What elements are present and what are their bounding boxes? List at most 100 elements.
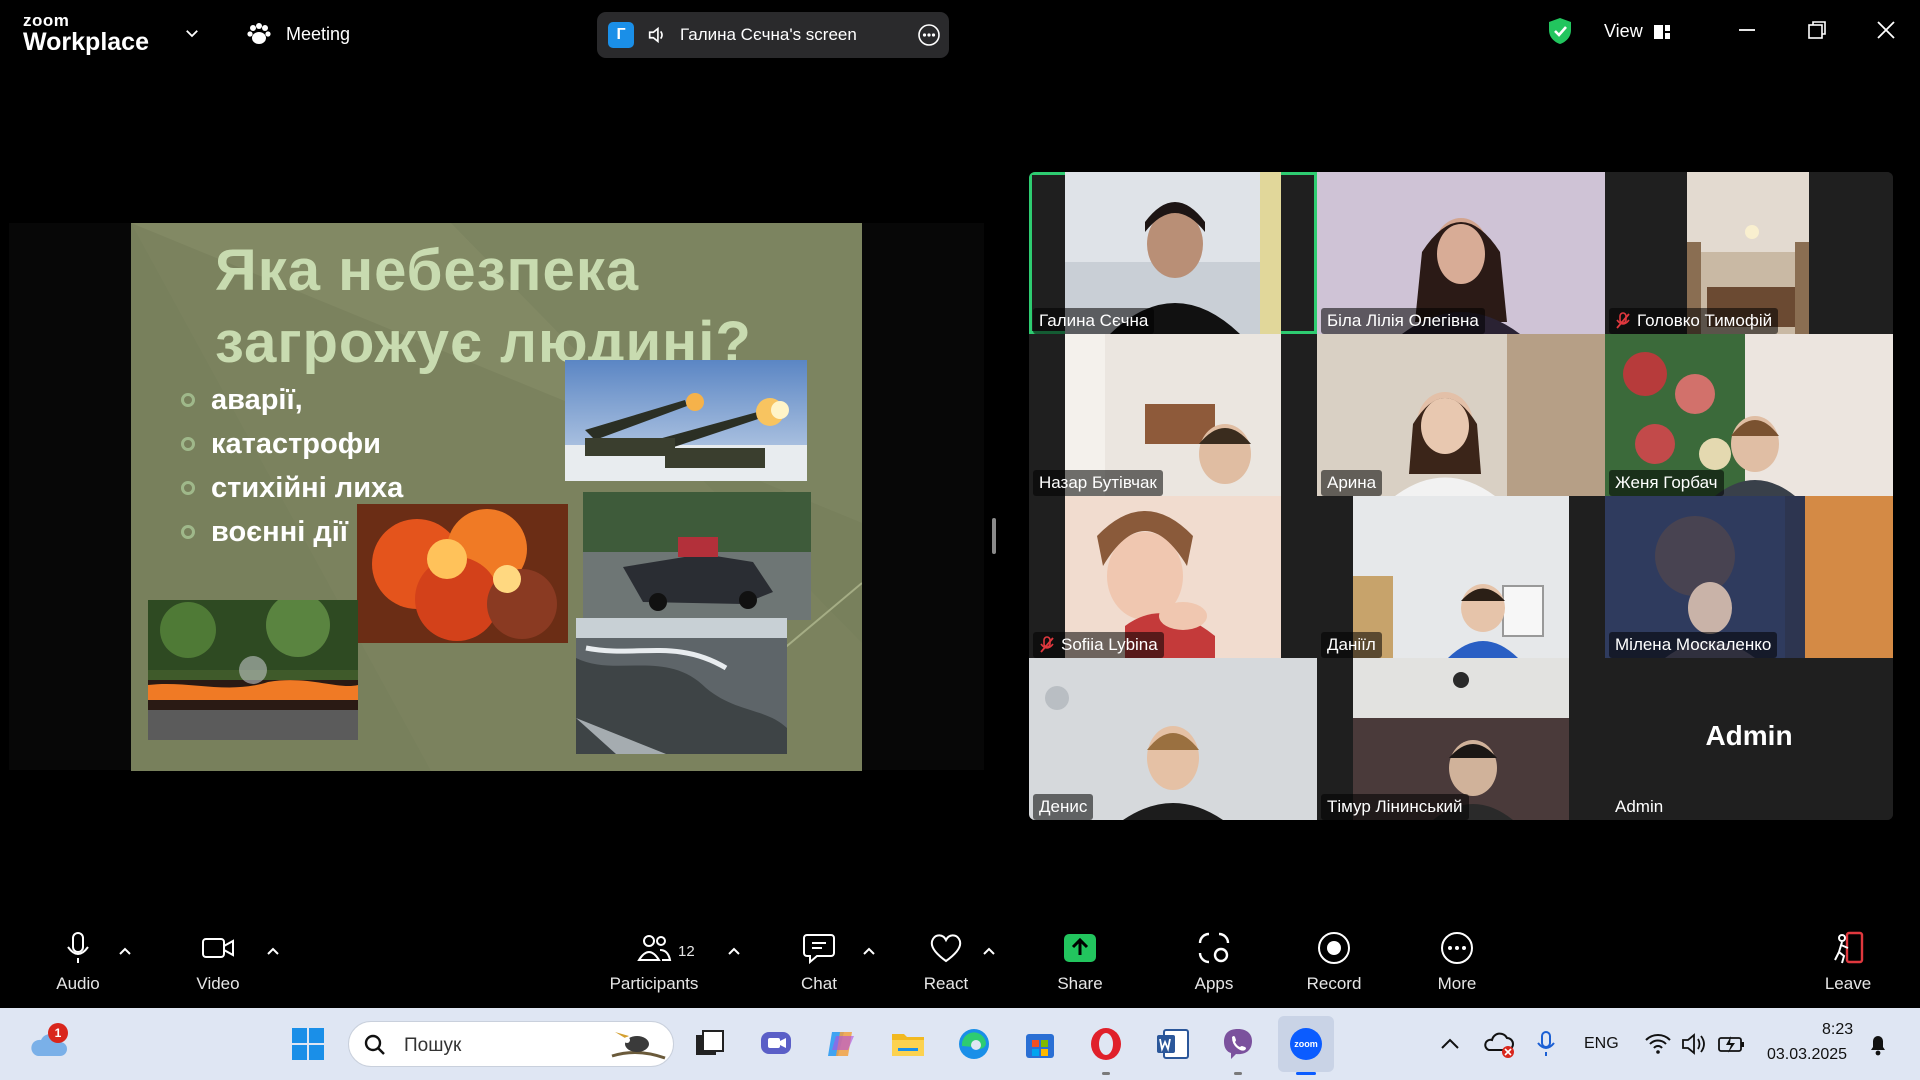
speaker-icon[interactable] — [646, 24, 668, 46]
apps-button[interactable]: Apps — [1159, 930, 1269, 994]
zoom-taskbar-button[interactable]: zoom — [1278, 1016, 1334, 1072]
explosion-fire-photo — [357, 504, 568, 643]
participant-tile[interactable]: Біла Лілія Олегівна — [1317, 172, 1605, 334]
participant-name-label: Женя Горбач — [1609, 470, 1724, 496]
minimize-icon[interactable] — [1735, 18, 1759, 42]
participant-tile[interactable]: Тімур Лінинський — [1317, 658, 1605, 820]
volume-icon[interactable] — [1680, 1026, 1708, 1062]
participants-count-badge: 12 — [678, 943, 695, 960]
react-button[interactable]: React — [891, 930, 1001, 994]
split-view-resize-handle[interactable] — [992, 518, 996, 554]
participant-tile[interactable]: Арина — [1317, 334, 1605, 496]
participant-tile[interactable]: Галина Сєчна — [1029, 172, 1317, 334]
participant-tile[interactable]: Назар Бутівчак — [1029, 334, 1317, 496]
active-app-indicator — [1296, 1072, 1316, 1075]
car-crash-photo — [583, 492, 811, 620]
meeting-toolbar: Audio Video Participants 12 Chat React S… — [0, 920, 1920, 1008]
meeting-menu[interactable]: Meeting — [246, 20, 350, 48]
bullet-circle-icon — [181, 525, 195, 539]
participant-name: Галина Сєчна — [1039, 311, 1149, 330]
screen-share-indicator[interactable]: Г Галина Сєчна's screen — [597, 12, 949, 58]
participant-name-label: Sofiia Lybina — [1033, 632, 1164, 658]
participant-name: Тімур Лінинський — [1327, 797, 1463, 816]
security-shield-icon[interactable] — [1547, 17, 1573, 45]
chevron-down-icon[interactable] — [183, 24, 201, 42]
audio-button[interactable]: Audio — [23, 930, 133, 994]
participant-tile[interactable]: Admin Admin — [1605, 658, 1893, 820]
bullet-circle-icon — [181, 437, 195, 451]
share-button[interactable]: Share — [1025, 930, 1135, 994]
participant-name-label: Мілена Москаленко — [1609, 632, 1778, 658]
microsoft-store-icon[interactable] — [1022, 1026, 1058, 1062]
search-placeholder: Пошук — [404, 1035, 462, 1056]
restore-icon[interactable] — [1805, 18, 1829, 42]
participant-name: Sofiia Lybina — [1061, 635, 1158, 654]
sharer-avatar-badge: Г — [608, 22, 634, 48]
more-options-icon[interactable] — [917, 23, 941, 47]
file-explorer-icon[interactable] — [890, 1026, 926, 1062]
participants-options-caret-icon[interactable] — [727, 944, 741, 958]
participant-name: Назар Бутівчак — [1039, 473, 1157, 492]
wifi-icon[interactable] — [1644, 1026, 1672, 1062]
logo-bottom-text: Workplace — [23, 28, 149, 56]
participant-tile[interactable]: Sofiia Lybina — [1029, 496, 1317, 658]
chat-label: Chat — [801, 974, 837, 993]
microphone-in-use-icon[interactable] — [1528, 1026, 1564, 1062]
participants-button[interactable]: Participants — [599, 930, 709, 994]
participant-name: Женя Горбач — [1615, 473, 1718, 492]
bullet-text: катастрофи — [211, 427, 381, 460]
clock-time[interactable]: 8:23 — [1822, 1021, 1853, 1039]
participant-tile[interactable]: Женя Горбач — [1605, 334, 1893, 496]
input-language-indicator[interactable]: ENG — [1584, 1035, 1619, 1053]
onedrive-sync-error-icon[interactable] — [1483, 1026, 1519, 1062]
gallery-grid-icon — [1653, 24, 1670, 39]
share-screen-icon — [1064, 934, 1096, 962]
paw-icon — [247, 23, 271, 44]
copilot-icon[interactable] — [824, 1026, 860, 1062]
word-icon[interactable] — [1154, 1026, 1190, 1062]
windows-start-icon[interactable] — [290, 1026, 326, 1062]
presentation-slide: Яка небезпека загрожує людині? аварії, к… — [131, 223, 862, 771]
chat-options-caret-icon[interactable] — [862, 944, 876, 958]
video-options-caret-icon[interactable] — [266, 944, 280, 958]
participant-name: Біла Лілія Олегівна — [1327, 311, 1479, 330]
sharer-screen-name: Галина Сєчна's screen — [680, 25, 857, 44]
zoom-app-window: zoom Workplace Meeting Г Галина Сєчна's … — [0, 0, 1920, 1080]
participant-tile[interactable]: Даніїл — [1317, 496, 1605, 658]
participant-name-label: Даніїл — [1321, 632, 1382, 658]
view-button[interactable]: View — [1604, 21, 1671, 42]
show-hidden-icons-chevron[interactable] — [1438, 1026, 1462, 1062]
title-bar: zoom Workplace Meeting Г Галина Сєчна's … — [0, 0, 1920, 66]
record-button[interactable]: Record — [1279, 930, 1389, 994]
participant-name-label: Admin — [1609, 794, 1669, 820]
leave-button[interactable]: Leave — [1793, 930, 1903, 994]
task-view-icon[interactable] — [692, 1026, 728, 1062]
participant-tile[interactable]: Денис — [1029, 658, 1317, 820]
bullet-text: воєнні дії — [211, 515, 348, 548]
more-button[interactable]: More — [1402, 930, 1512, 994]
opera-browser-icon[interactable] — [1088, 1026, 1124, 1062]
audio-options-caret-icon[interactable] — [118, 944, 132, 958]
chat-button[interactable]: Chat — [764, 930, 874, 994]
microphone-icon — [67, 932, 89, 963]
battery-charging-icon[interactable] — [1716, 1026, 1746, 1062]
participant-name: Даніїл — [1327, 635, 1376, 654]
close-icon[interactable] — [1874, 18, 1898, 42]
apps-icon — [1198, 932, 1230, 964]
taskbar-search-box[interactable]: Пошук — [348, 1021, 674, 1067]
viber-icon[interactable] — [1220, 1026, 1256, 1062]
participant-name-label: Денис — [1033, 794, 1094, 820]
notification-bell-icon[interactable] — [1866, 1026, 1890, 1062]
record-icon — [1318, 932, 1350, 964]
react-options-caret-icon[interactable] — [982, 944, 996, 958]
bullet-text: стихійні лиха — [211, 471, 404, 504]
teams-meet-icon[interactable] — [758, 1026, 794, 1062]
clock-date[interactable]: 03.03.2025 — [1767, 1046, 1847, 1064]
bullet-circle-icon — [181, 393, 195, 407]
video-button[interactable]: Video — [163, 930, 273, 994]
participant-tile[interactable]: Мілена Москаленко — [1605, 496, 1893, 658]
participant-name-label: Арина — [1321, 470, 1383, 496]
participant-name-label: Біла Лілія Олегівна — [1321, 308, 1485, 334]
participant-tile[interactable]: Головко Тимофій — [1605, 172, 1893, 334]
edge-browser-icon[interactable] — [956, 1026, 992, 1062]
